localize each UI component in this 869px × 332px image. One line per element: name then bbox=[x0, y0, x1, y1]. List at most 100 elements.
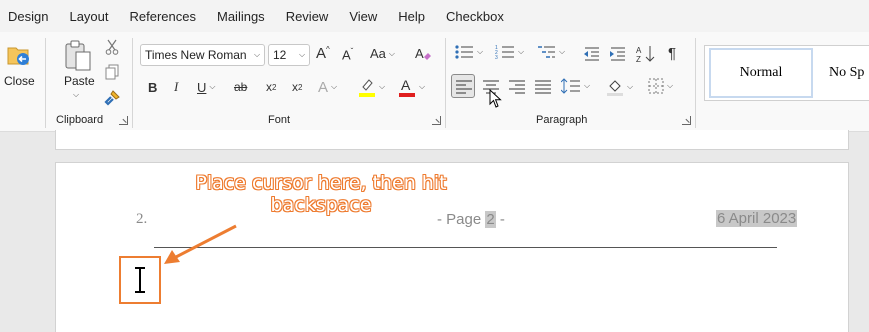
chevron-down-icon: ⌵ bbox=[667, 81, 674, 90]
menu-checkbox[interactable]: Checkbox bbox=[446, 7, 504, 26]
menu-mailings[interactable]: Mailings bbox=[217, 7, 265, 26]
menu-references[interactable]: References bbox=[130, 7, 196, 26]
chevron-down-icon: ⌵ bbox=[209, 82, 216, 91]
align-left-button[interactable] bbox=[451, 74, 475, 98]
line-spacing-icon bbox=[561, 78, 580, 94]
annotation-arrow-icon bbox=[164, 224, 237, 264]
paste-dropdown-icon: ⌵ bbox=[73, 90, 80, 99]
align-right-icon[interactable] bbox=[509, 80, 525, 94]
cut-icon[interactable] bbox=[105, 39, 119, 55]
style-no-spacing[interactable]: No Sp bbox=[829, 48, 864, 98]
sort-icon[interactable]: AZ bbox=[636, 44, 656, 64]
superscript-icon[interactable]: x2 bbox=[292, 76, 302, 98]
change-case-button[interactable]: Aa ⌵ bbox=[370, 46, 395, 61]
annotation-callout: Place cursor here, then hit backspace bbox=[188, 172, 454, 216]
chevron-down-icon: ⌵ bbox=[379, 82, 386, 91]
font-name-select[interactable]: Times New Roman ⌵ bbox=[140, 44, 265, 66]
style-normal[interactable]: Normal bbox=[709, 48, 813, 98]
menu-help[interactable]: Help bbox=[398, 7, 425, 26]
header-number: 2. bbox=[136, 211, 148, 227]
annotation-line-1: Place cursor here, then hit bbox=[195, 172, 447, 194]
paint-bucket-icon bbox=[607, 80, 623, 96]
strikethrough-icon[interactable]: ab bbox=[234, 76, 247, 98]
font-color-icon: A bbox=[399, 77, 415, 97]
highlighter-icon bbox=[359, 79, 375, 97]
svg-text:A: A bbox=[415, 46, 424, 61]
menu-view[interactable]: View bbox=[349, 7, 377, 26]
grow-font-icon[interactable]: A^ bbox=[316, 45, 330, 62]
paste-button[interactable]: Paste ⌵ bbox=[56, 32, 98, 112]
header-rule bbox=[154, 247, 777, 248]
page-suffix: - bbox=[495, 211, 505, 228]
svg-text:3: 3 bbox=[495, 55, 498, 60]
svg-text:A: A bbox=[401, 77, 411, 93]
paragraph-group-label: Paragraph bbox=[536, 114, 588, 126]
separator bbox=[45, 38, 46, 128]
multilevel-list-button[interactable]: ⌵ bbox=[536, 44, 565, 60]
chevron-down-icon: ⌵ bbox=[559, 47, 566, 56]
styles-gallery: Normal No Sp bbox=[704, 45, 869, 101]
font-size-select[interactable]: 12 ⌵ bbox=[268, 44, 310, 66]
numbering-icon: 123 bbox=[495, 45, 514, 60]
justify-icon[interactable] bbox=[535, 80, 551, 94]
separator bbox=[445, 38, 446, 128]
bullets-button[interactable]: ⌵ bbox=[454, 44, 483, 60]
separator bbox=[695, 38, 696, 128]
highlight-button[interactable]: ⌵ bbox=[358, 76, 385, 98]
bold-icon[interactable]: B bbox=[148, 76, 157, 98]
close-folder-icon bbox=[7, 47, 29, 65]
header-date-field: 6 April 2023 bbox=[716, 210, 798, 227]
increase-indent-icon[interactable] bbox=[609, 46, 627, 62]
close-button[interactable]: Close bbox=[0, 32, 40, 112]
change-case-label: Aa bbox=[370, 46, 386, 61]
page-number-field: 2 bbox=[485, 211, 496, 228]
font-launcher-icon[interactable] bbox=[432, 116, 441, 125]
text-cursor-icon bbox=[135, 267, 145, 293]
font-group-label: Font bbox=[268, 114, 291, 126]
bullets-icon bbox=[455, 45, 473, 59]
underline-button[interactable]: U ⌵ bbox=[197, 76, 215, 98]
underline-icon: U bbox=[197, 79, 207, 95]
mouse-pointer-icon bbox=[489, 89, 502, 108]
menu-bar: Design Layout References Mailings Review… bbox=[0, 0, 869, 32]
line-spacing-button[interactable]: ⌵ bbox=[561, 78, 590, 94]
chevron-down-icon: ⌵ bbox=[419, 82, 426, 91]
borders-button[interactable]: ⌵ bbox=[648, 78, 673, 94]
show-marks-icon[interactable]: ¶ bbox=[668, 45, 676, 62]
menu-design[interactable]: Design bbox=[8, 7, 48, 26]
clipboard-launcher-icon[interactable] bbox=[119, 116, 128, 125]
numbering-button[interactable]: 123 ⌵ bbox=[495, 44, 524, 60]
borders-icon bbox=[648, 78, 664, 94]
annotation-line-2: backspace bbox=[270, 194, 372, 216]
chevron-down-icon: ⌵ bbox=[477, 47, 484, 56]
italic-icon[interactable]: I bbox=[174, 76, 178, 98]
clipboard-group-label: Clipboard bbox=[56, 114, 104, 126]
chevron-down-icon: ⌵ bbox=[298, 50, 306, 59]
paste-icon bbox=[65, 40, 91, 71]
chevron-down-icon: ⌵ bbox=[627, 82, 634, 91]
separator bbox=[132, 38, 133, 128]
chevron-down-icon: ⌵ bbox=[331, 82, 338, 91]
copy-icon[interactable] bbox=[105, 64, 121, 80]
chevron-down-icon: ⌵ bbox=[253, 50, 261, 59]
font-color-button[interactable]: A ⌵ bbox=[398, 76, 425, 98]
paste-label: Paste bbox=[64, 74, 95, 88]
subscript-icon[interactable]: x2 bbox=[266, 76, 276, 98]
shading-button[interactable]: ⌵ bbox=[606, 78, 633, 96]
svg-text:Z: Z bbox=[636, 55, 641, 64]
close-label: Close bbox=[4, 74, 35, 88]
font-name-value: Times New Roman bbox=[145, 48, 247, 62]
decrease-indent-icon[interactable] bbox=[583, 46, 601, 62]
menu-review[interactable]: Review bbox=[286, 7, 329, 26]
chevron-down-icon: ⌵ bbox=[388, 48, 395, 58]
text-effects-button[interactable]: A ⌵ bbox=[318, 76, 337, 98]
font-size-value: 12 bbox=[273, 48, 287, 62]
align-left-icon bbox=[456, 80, 472, 94]
text-effects-icon: A bbox=[318, 78, 329, 96]
format-painter-icon[interactable] bbox=[104, 88, 122, 106]
svg-text:A: A bbox=[636, 46, 642, 55]
menu-layout[interactable]: Layout bbox=[69, 7, 108, 26]
clear-formatting-icon[interactable]: A bbox=[414, 45, 432, 63]
paragraph-launcher-icon[interactable] bbox=[682, 116, 691, 125]
shrink-font-icon[interactable]: Aˇ bbox=[342, 47, 353, 62]
